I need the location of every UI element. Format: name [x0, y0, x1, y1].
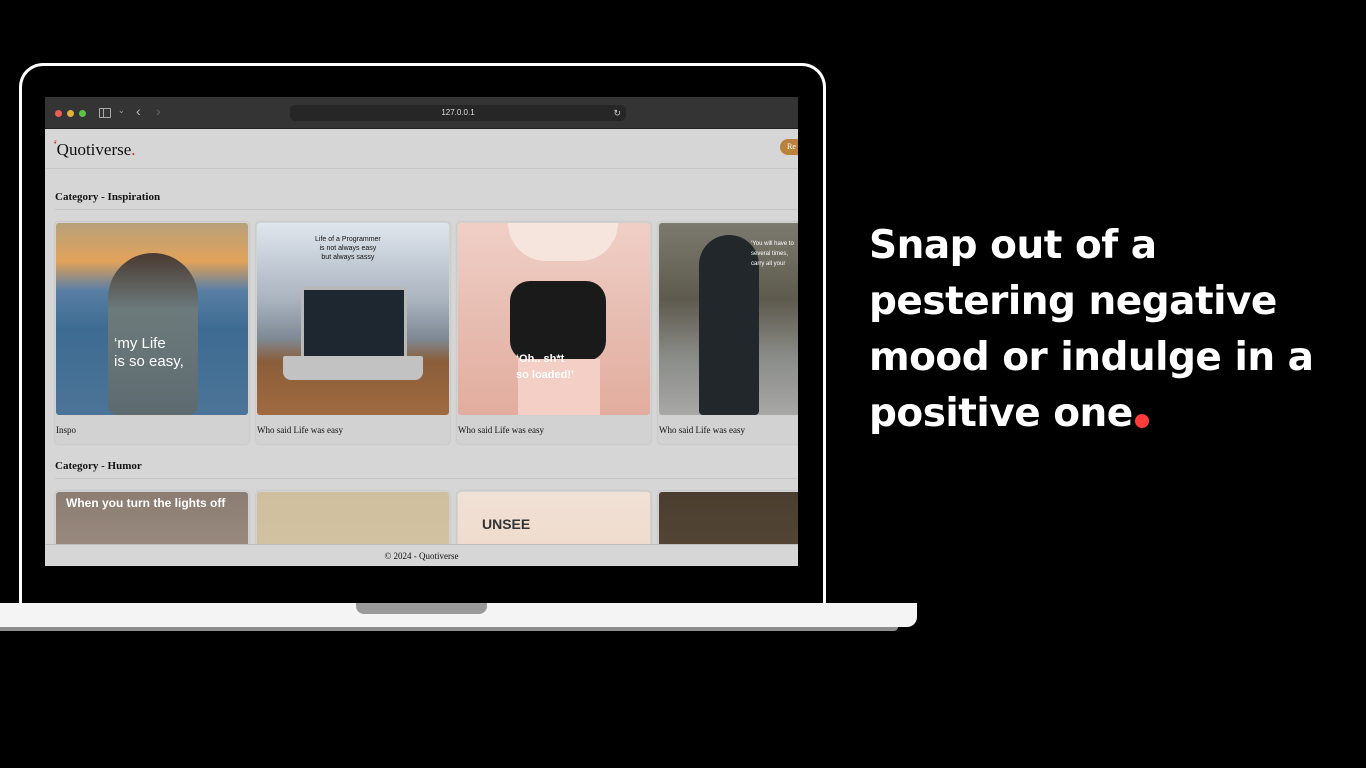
- quote-card[interactable]: [256, 491, 450, 544]
- quote-card[interactable]: Life of a Programmer is not always easy …: [256, 222, 450, 444]
- sidebar-toggle-icon[interactable]: [99, 108, 111, 118]
- card-caption: Inspo: [56, 425, 76, 435]
- quote-card[interactable]: [658, 491, 798, 544]
- browser-toolbar: ⌄ ‹ › 127.0.0.1 ↻: [45, 97, 798, 129]
- reload-icon[interactable]: ↻: [613, 105, 621, 121]
- quote-image: ‘my Life is so easy,: [56, 223, 248, 415]
- address-bar[interactable]: 127.0.0.1 ↻: [290, 105, 626, 121]
- slide-headline: Snap out of a pestering negative mood or…: [869, 218, 1349, 442]
- quote-image: ‘Oh.. sh*t so loaded!’: [458, 223, 650, 415]
- quote-card[interactable]: ‘Oh.. sh*t so loaded!’ Who said Life was…: [457, 222, 651, 444]
- quote-card[interactable]: ‘You will have to several times, carry a…: [658, 222, 798, 444]
- quote-image: Life of a Programmer is not always easy …: [257, 223, 449, 415]
- card-caption: Who said Life was easy: [257, 425, 343, 435]
- quote-card[interactable]: ‘my Life is so easy, Inspo: [55, 222, 249, 444]
- browser-window: ⌄ ‹ › 127.0.0.1 ↻ ‘Quotiverse. Re Catego…: [45, 97, 798, 566]
- site-header: ‘Quotiverse. Re: [45, 128, 798, 169]
- quote-card[interactable]: UNSEE: [457, 491, 651, 544]
- accent-dot: [1134, 414, 1149, 428]
- laptop-base-shadow: [0, 627, 898, 631]
- quote-overlay-text: UNSEE: [482, 516, 531, 532]
- url-text: 127.0.0.1: [441, 108, 475, 117]
- laptop-notch: [356, 603, 487, 614]
- quote-overlay-text: ‘my Life is so easy,: [114, 335, 184, 370]
- footer-text: © 2024 - Quotiverse: [384, 551, 459, 561]
- quote-image: UNSEE: [458, 492, 650, 544]
- quote-image: When you turn the lights off: [56, 492, 248, 544]
- chevron-down-icon[interactable]: ⌄: [118, 106, 125, 115]
- headline-text: Snap out of a pestering negative mood or…: [869, 223, 1314, 436]
- category-title: Category - Humor: [55, 460, 142, 472]
- quote-card[interactable]: When you turn the lights off: [55, 491, 249, 544]
- maximize-window-button[interactable]: [79, 110, 86, 117]
- card-caption: Who said Life was easy: [458, 425, 544, 435]
- back-button[interactable]: ‹: [136, 103, 141, 119]
- site-footer: © 2024 - Quotiverse: [45, 544, 798, 566]
- logo-quote-mark: ‘: [53, 138, 58, 153]
- presentation-slide: ⌄ ‹ › 127.0.0.1 ↻ ‘Quotiverse. Re Catego…: [0, 0, 1366, 768]
- close-window-button[interactable]: [55, 110, 62, 117]
- quote-overlay-text: When you turn the lights off: [66, 496, 226, 510]
- category-title: Category - Inspiration: [55, 191, 161, 203]
- quote-image: ‘You will have to several times, carry a…: [659, 223, 798, 415]
- logo-dot: .: [131, 140, 136, 159]
- quote-overlay-text: ‘Oh.. sh*t so loaded!’: [516, 353, 575, 381]
- quote-overlay-text: Life of a Programmer is not always easy …: [315, 236, 381, 261]
- register-button[interactable]: Re: [780, 139, 798, 155]
- quote-overlay-text: ‘You will have to several times, carry a…: [751, 241, 794, 267]
- forward-button[interactable]: ›: [156, 103, 161, 119]
- quote-image: [659, 492, 798, 544]
- logo-text: Quotiverse: [56, 140, 132, 159]
- minimize-window-button[interactable]: [67, 110, 74, 117]
- site-logo[interactable]: ‘Quotiverse.: [53, 138, 136, 160]
- quote-image: [257, 492, 449, 544]
- web-page: ‘Quotiverse. Re Category - Inspiration ‘…: [45, 128, 798, 544]
- category-divider: [55, 478, 798, 479]
- category-divider: [55, 209, 798, 210]
- card-caption: Who said Life was easy: [659, 425, 745, 435]
